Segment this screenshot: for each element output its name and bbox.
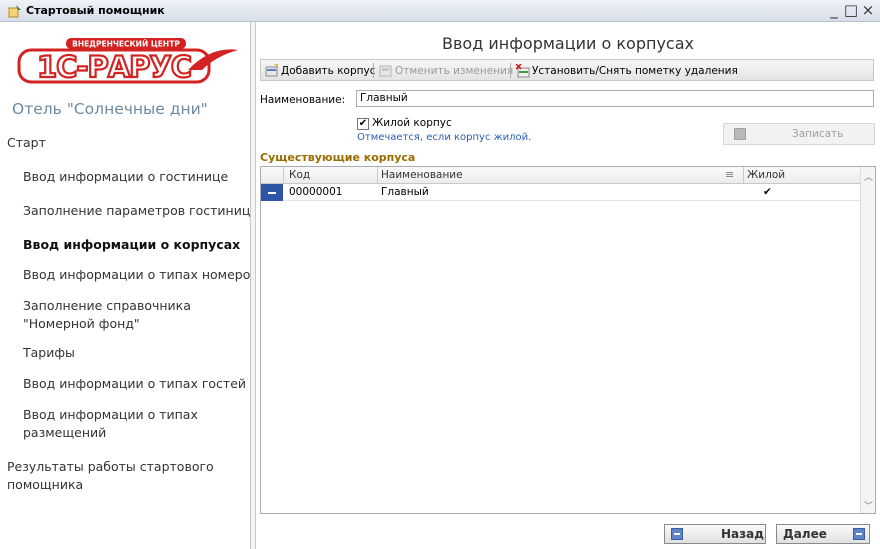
name-field[interactable]: Главный <box>356 90 874 107</box>
section-title: Существующие корпуса <box>260 151 416 164</box>
row-name: Главный <box>381 186 429 198</box>
nav-hotel-params[interactable]: Заполнение параметров гостиниц <box>23 202 250 220</box>
column-name[interactable]: Наименование <box>381 169 463 181</box>
minimize-button[interactable]: _ <box>826 1 842 19</box>
close-button[interactable]: × <box>860 1 876 19</box>
nav-buildings[interactable]: Ввод информации о корпусах <box>23 236 240 254</box>
form-title: Ввод информации о корпусах <box>442 34 694 53</box>
column-divider <box>377 167 378 184</box>
buildings-table: Код Наименование ≡ Жилой 00000001 Главны… <box>260 166 876 514</box>
back-arrow-icon <box>671 528 683 540</box>
add-icon <box>265 63 278 76</box>
app-icon <box>8 5 21 18</box>
next-label: Далее <box>783 527 827 541</box>
nav-results[interactable]: Результаты работы стартового помощника <box>7 458 232 494</box>
residential-checkbox[interactable]: ✔ <box>357 118 369 130</box>
row-residential-check: ✔ <box>763 186 772 198</box>
toolbar-separator <box>510 63 511 78</box>
column-divider <box>283 167 284 184</box>
scroll-down-icon[interactable]: ﹀ <box>864 499 873 512</box>
nav-tariffs[interactable]: Тарифы <box>23 344 75 362</box>
column-residential[interactable]: Жилой <box>747 169 785 181</box>
next-arrow-icon <box>853 528 865 540</box>
nav-room-types[interactable]: Ввод информации о типах номеров <box>23 266 250 284</box>
table-row[interactable]: 00000001 Главный ✔ <box>261 184 861 201</box>
table-scrollbar[interactable]: ︿ ﹀ <box>860 167 875 513</box>
hotel-name: Отель "Солнечные дни" <box>12 100 208 118</box>
column-divider <box>743 167 744 184</box>
add-building-label: Добавить корпус <box>281 64 376 77</box>
cancel-icon <box>379 65 392 76</box>
nav-guest-types[interactable]: Ввод информации о типах гостей <box>23 375 246 393</box>
row-code: 00000001 <box>289 186 343 198</box>
sort-icon: ≡ <box>725 168 735 181</box>
mark-delete-label: Установить/Снять пометку удаления <box>532 64 738 77</box>
nav-start[interactable]: Старт <box>7 134 46 152</box>
left-panel: ВНЕДРЕНЧЕСКИЙ ЦЕНТР 1С-РАРУС Отель "Солн… <box>0 22 250 549</box>
back-label: Назад <box>721 527 764 541</box>
add-building-button[interactable]: Добавить корпус <box>265 63 375 78</box>
cancel-changes-button[interactable]: Отменить изменения <box>379 63 513 78</box>
name-label: Наименование: <box>260 94 346 106</box>
mark-delete-button[interactable]: Установить/Снять пометку удаления <box>516 63 738 78</box>
company-logo: ВНЕДРЕНЧЕСКИЙ ЦЕНТР 1С-РАРУС <box>16 36 246 96</box>
nav-placement-types[interactable]: Ввод информации о типах размещений <box>23 406 248 442</box>
next-button[interactable]: Далее <box>776 524 870 544</box>
save-icon <box>734 128 746 140</box>
scroll-up-icon[interactable]: ︿ <box>864 170 873 183</box>
nav-hotel-info[interactable]: Ввод информации о гостинице <box>23 168 228 186</box>
toolbar: Добавить корпус Отменить изменения Устан… <box>260 59 874 81</box>
maximize-button[interactable]: □ <box>843 1 859 19</box>
back-button[interactable]: Назад <box>664 524 766 544</box>
svg-text:1С-РАРУС: 1С-РАРУС <box>37 50 191 84</box>
cancel-changes-label: Отменить изменения <box>395 64 514 77</box>
toolbar-separator <box>373 63 374 78</box>
window-titlebar: Стартовый помощник _ □ × <box>0 0 880 22</box>
save-label: Записать <box>792 128 844 140</box>
column-code[interactable]: Код <box>289 169 310 181</box>
table-header: Код Наименование ≡ Жилой <box>261 167 861 184</box>
window-title: Стартовый помощник <box>26 4 165 17</box>
main-form: Ввод информации о корпусах Добавить корп… <box>256 22 880 549</box>
residential-label: Жилой корпус <box>372 117 452 129</box>
row-marker-icon <box>261 184 283 201</box>
mark-delete-icon <box>516 63 530 77</box>
save-button[interactable]: Записать <box>723 123 875 145</box>
nav-room-stock[interactable]: Заполнение справочника "Номерной фонд" <box>23 297 248 333</box>
residential-hint: Отмечается, если корпус жилой. <box>357 132 532 143</box>
svg-text:ВНЕДРЕНЧЕСКИЙ ЦЕНТР: ВНЕДРЕНЧЕСКИЙ ЦЕНТР <box>72 40 180 49</box>
